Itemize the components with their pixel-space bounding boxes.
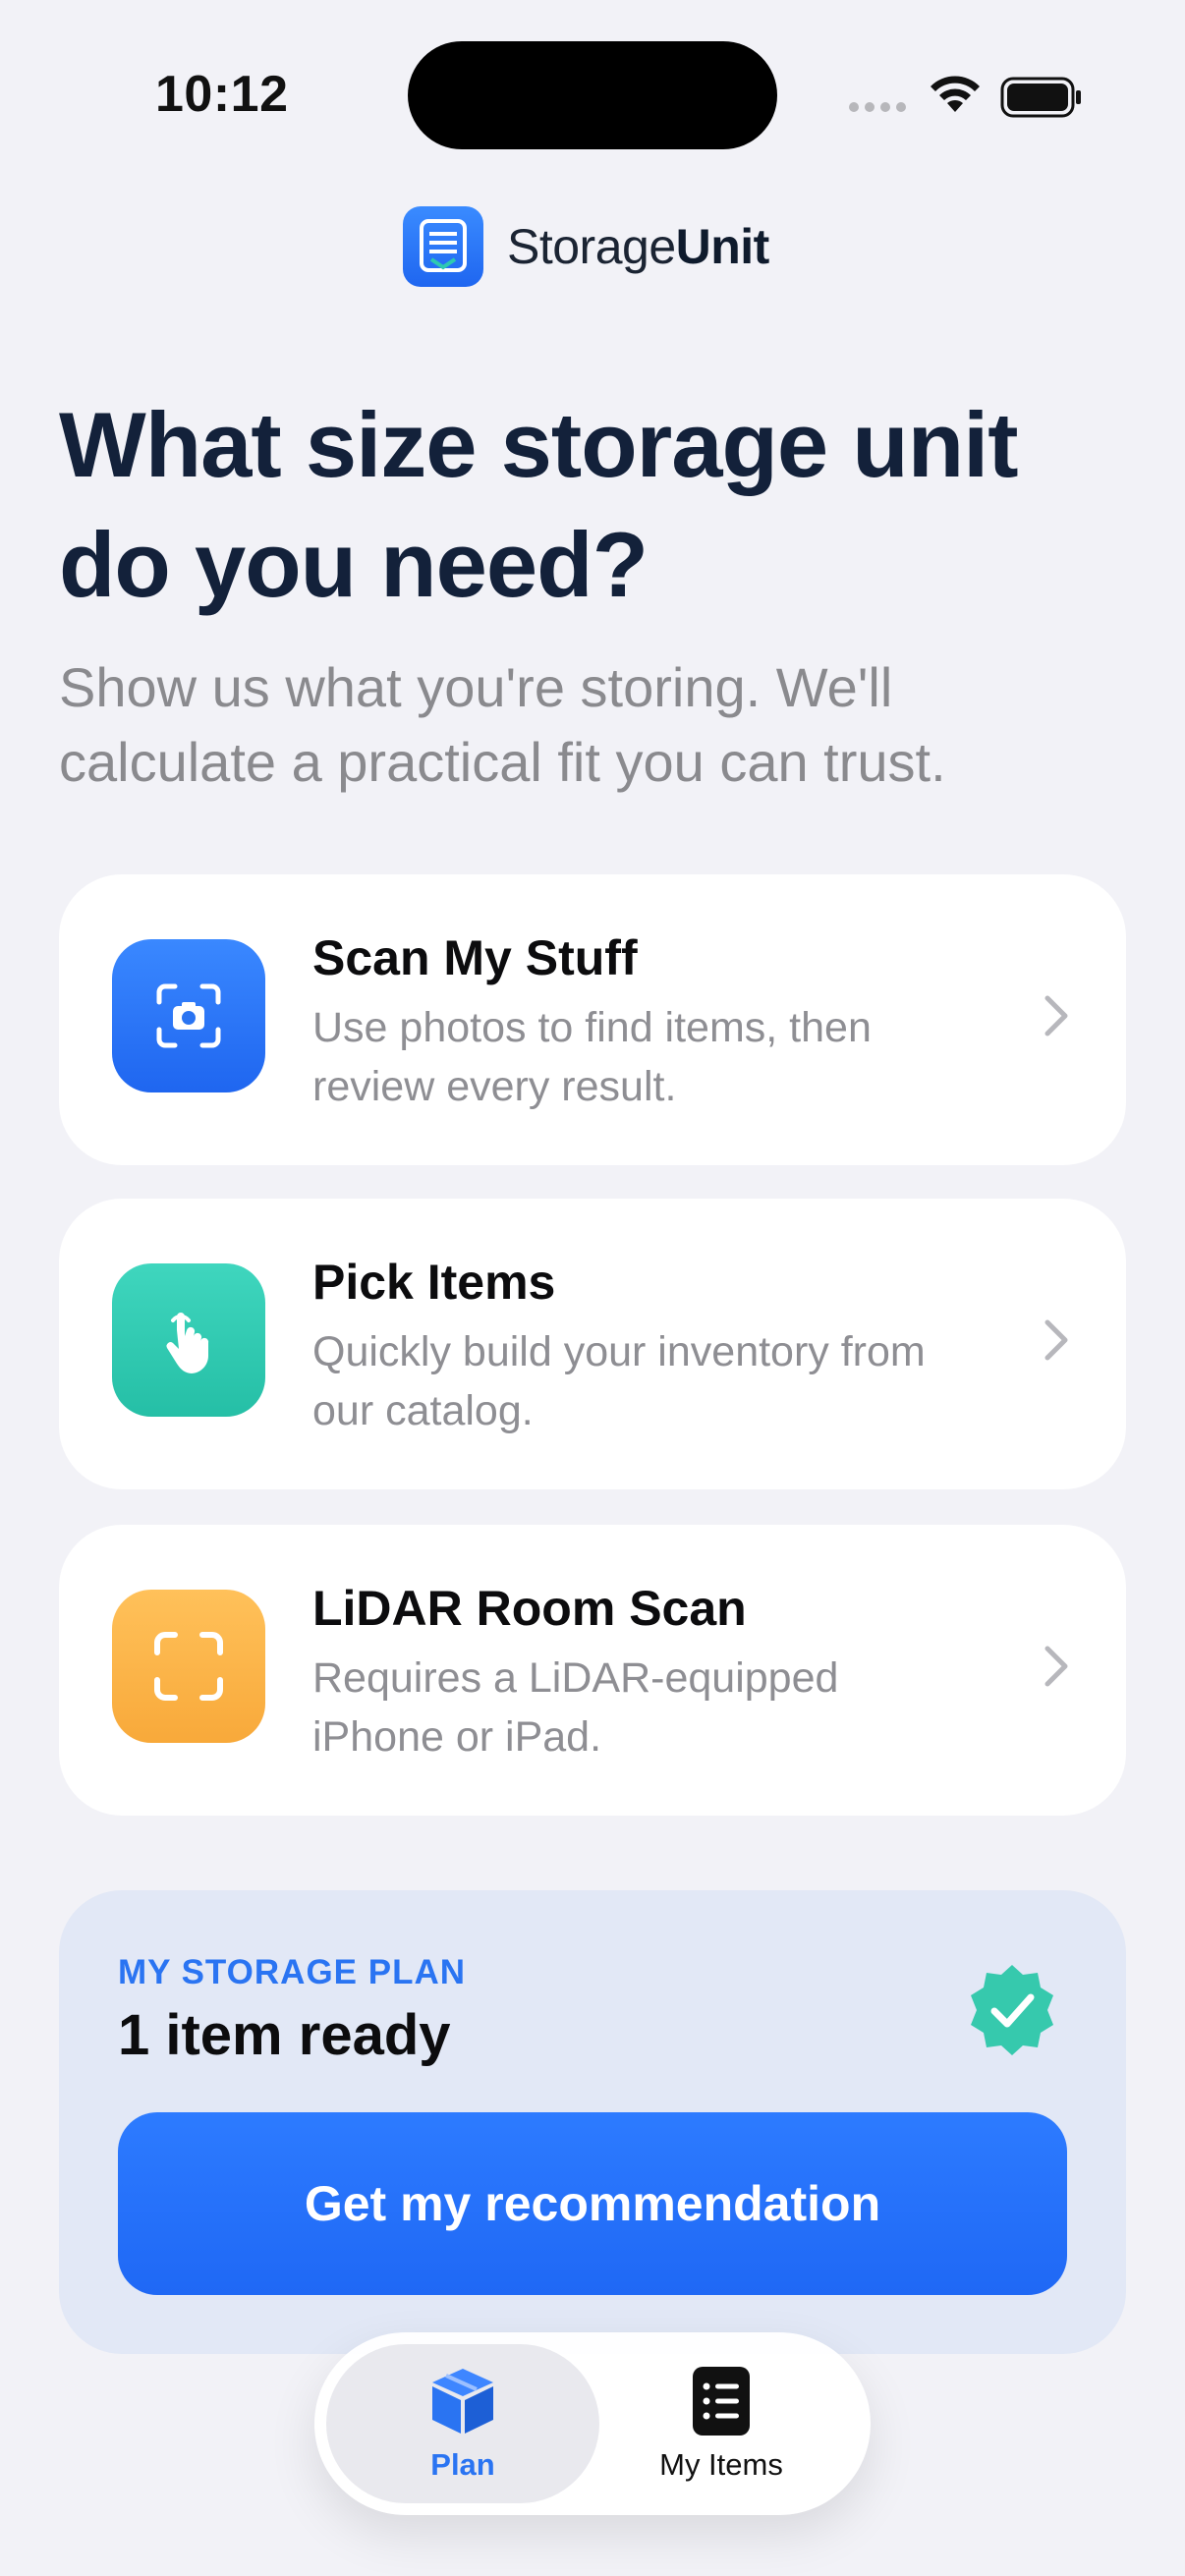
dynamic-island [408, 41, 777, 149]
status-time: 10:12 [155, 66, 289, 123]
list-icon [693, 2367, 750, 2436]
screen: 10:12 StorageUnit What size storage unit… [0, 0, 1185, 2576]
page-title: What size storage unit do you need? [59, 393, 1019, 616]
scan-frame-icon [112, 1590, 265, 1743]
battery-icon [1000, 77, 1081, 118]
tab-label: Plan [430, 2447, 495, 2482]
option-lidar-room-scan[interactable]: LiDAR Room Scan Requires a LiDAR-equippe… [59, 1525, 1126, 1816]
tap-hand-icon [112, 1263, 265, 1417]
plan-label: MY STORAGE PLAN [118, 1953, 467, 1991]
camera-scan-icon [112, 939, 265, 1092]
option-description: Quickly build your inventory from our ca… [312, 1328, 926, 1434]
box-icon [432, 2369, 493, 2434]
tab-my-items[interactable]: My Items [585, 2344, 858, 2503]
brand-name: StorageUnit [507, 219, 769, 274]
option-pick-items[interactable]: Pick Items Quickly build your inventory … [59, 1199, 1126, 1489]
page-subtitle: Show us what you're storing. We'll calcu… [59, 656, 946, 793]
chevron-right-icon [1044, 995, 1068, 1036]
verified-badge-icon [971, 1965, 1053, 2055]
storage-unit-logo-icon [403, 206, 483, 287]
chevron-right-icon [1044, 1646, 1068, 1687]
option-title: Pick Items [312, 1255, 556, 1310]
tab-label: My Items [659, 2447, 783, 2482]
tab-bar: Plan My Items [314, 2332, 871, 2515]
cellular-signal-icon [849, 102, 906, 112]
plan-item-count: 1 item ready [118, 2003, 451, 2067]
option-description: Requires a LiDAR-equipped iPhone or iPad… [312, 1654, 839, 1761]
storage-plan-panel: MY STORAGE PLAN 1 item ready Get my reco… [59, 1890, 1126, 2354]
get-recommendation-button[interactable]: Get my recommendation [118, 2112, 1067, 2295]
wifi-icon [931, 76, 980, 112]
option-title: LiDAR Room Scan [312, 1581, 747, 1636]
option-title: Scan My Stuff [312, 930, 638, 985]
option-scan-my-stuff[interactable]: Scan My Stuff Use photos to find items, … [59, 874, 1126, 1165]
option-description: Use photos to find items, then review ev… [312, 1004, 872, 1110]
tab-plan[interactable]: Plan [326, 2344, 599, 2503]
chevron-right-icon [1044, 1319, 1068, 1361]
brand-header: StorageUnit [403, 206, 769, 287]
